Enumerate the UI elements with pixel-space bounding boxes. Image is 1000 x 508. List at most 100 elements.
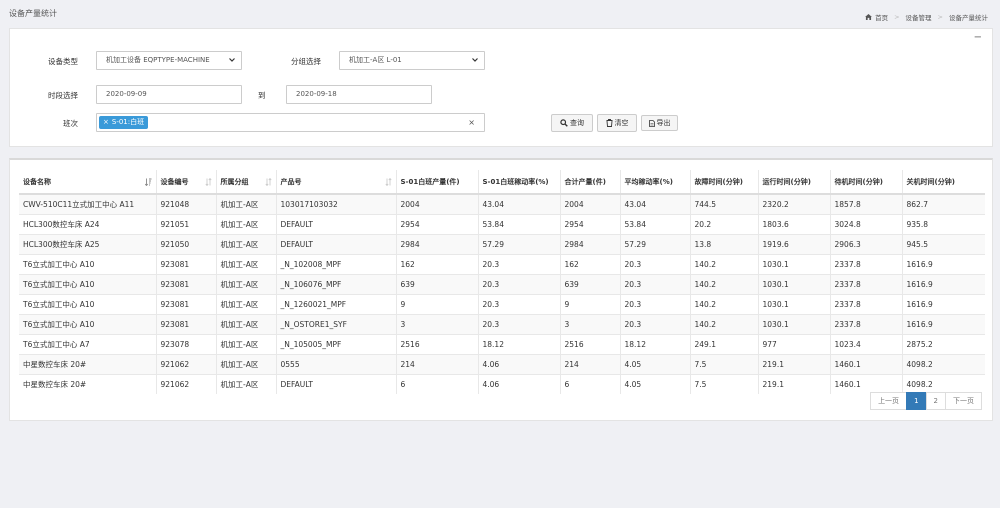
table-cell: 2984	[396, 233, 479, 254]
header-shift-utilization: S-01白班稼动率(%)	[478, 170, 561, 195]
table-cell: 4098.2	[902, 353, 985, 374]
date-from-input[interactable]: 2020-09-09	[96, 85, 242, 104]
table-cell: DEFAULT	[276, 233, 397, 254]
breadcrumb-device-management[interactable]: 设备管理	[906, 12, 932, 22]
shift-multiselect[interactable]: × S-01:白班 ×	[96, 113, 485, 132]
table-cell: 639	[396, 273, 479, 294]
table-row: HCL300数控车床 A25 921050 机加工-A区 DEFAULT 2984 57.…	[19, 233, 985, 254]
table-cell: 4.06	[478, 373, 561, 394]
breadcrumb-separator: >	[937, 13, 943, 21]
trash-icon	[606, 119, 612, 127]
header-product-no[interactable]: 产品号	[276, 170, 397, 195]
header-device-name[interactable]: 设备名称	[19, 170, 157, 195]
header-group[interactable]: 所属分组	[216, 170, 277, 195]
header-device-code[interactable]: 设备编号	[156, 170, 217, 195]
query-button-label: 查询	[570, 119, 584, 127]
pagination-prev[interactable]: 上一页	[870, 392, 908, 410]
breadcrumb: 首页 > 设备管理 > 设备产量统计	[865, 12, 988, 22]
tag-remove-icon[interactable]: ×	[103, 118, 109, 126]
pagination-page-1[interactable]: 1	[906, 392, 927, 410]
table-cell: 140.2	[690, 253, 759, 274]
pagination-page-2[interactable]: 2	[925, 392, 946, 410]
table-cell: 162	[560, 253, 621, 274]
table-row: T6立式加工中心 A10 923081 机加工-A区 _N_106076_MPF 639…	[19, 273, 985, 294]
table-row: 中星数控车床 20# 921062 机加工-A区 DEFAULT 6 4.06 6 4.05 7…	[19, 373, 985, 394]
table-cell: 20.3	[620, 253, 691, 274]
pagination: 上一页 1 2 下一页	[870, 392, 982, 410]
table-cell: 1030.1	[758, 293, 831, 314]
table-cell: T6立式加工中心 A10	[19, 293, 157, 314]
clear-button[interactable]: 清空	[597, 114, 637, 132]
table-cell: 53.84	[620, 213, 691, 234]
table-cell: 1616.9	[902, 253, 985, 274]
table-cell: 20.3	[620, 313, 691, 334]
table-cell: 9	[396, 293, 479, 314]
breadcrumb-home[interactable]: 首页	[875, 12, 888, 22]
table-cell: HCL300数控车床 A24	[19, 213, 157, 234]
table-cell: 18.12	[620, 333, 691, 354]
query-button[interactable]: 查询	[551, 114, 593, 132]
table-cell: 6	[560, 373, 621, 394]
table-cell: 923081	[156, 273, 217, 294]
table-cell: 20.2	[690, 213, 759, 234]
table-cell: 921048	[156, 193, 217, 214]
table-cell: 921050	[156, 233, 217, 254]
table-cell: 219.1	[758, 373, 831, 394]
pagination-next[interactable]: 下一页	[945, 392, 982, 410]
table-cell: 机加工-A区	[216, 373, 277, 394]
table-cell: 20.3	[478, 253, 561, 274]
table-cell: 机加工-A区	[216, 233, 277, 254]
table-cell: _N_OSTORE1_SYF	[276, 313, 397, 334]
table-cell: _N_1260021_MPF	[276, 293, 397, 314]
table-cell: 7.5	[690, 373, 759, 394]
table-cell: 214	[560, 353, 621, 374]
table-row: 中星数控车床 20# 921062 机加工-A区 0555 214 4.06 214 4.05…	[19, 353, 985, 374]
breadcrumb-current: 设备产量统计	[949, 14, 988, 22]
table-cell: 中星数控车床 20#	[19, 353, 157, 374]
table-cell: 2004	[396, 193, 479, 214]
table-cell: 249.1	[690, 333, 759, 354]
collapse-button[interactable]: −	[974, 32, 982, 43]
table-cell: 3	[560, 313, 621, 334]
table-cell: 1803.6	[758, 213, 831, 234]
table-cell: 2320.2	[758, 193, 831, 214]
group-select[interactable]: 机加工-A区 L-01	[339, 51, 485, 70]
filter-panel: − 设备类型 机加工设备 EQPTYPE-MACHINE 分组选择 机加工-A区…	[9, 28, 993, 147]
to-label: 到	[258, 91, 266, 100]
table-cell: 977	[758, 333, 831, 354]
table-cell: 935.8	[902, 213, 985, 234]
table-cell: 7.5	[690, 353, 759, 374]
table-row: HCL300数控车床 A24 921051 机加工-A区 DEFAULT 2954 53.…	[19, 213, 985, 234]
date-to-input[interactable]: 2020-09-18	[286, 85, 432, 104]
table-cell: 2337.8	[830, 313, 903, 334]
table-row: CWV-510C11立式加工中心 A11 921048 机加工-A区 10301710…	[19, 193, 985, 214]
header-shift-output: S-01白班产量(件)	[396, 170, 479, 195]
table-cell: 4.06	[478, 353, 561, 374]
group-value: 机加工-A区 L-01	[349, 56, 402, 64]
export-button-label: 导出	[656, 119, 671, 127]
results-table: 设备名称 设备编号 所属分组 产品号 S-01白班产量(件) S-01白班稼动率…	[19, 170, 985, 394]
table-cell: 1030.1	[758, 273, 831, 294]
table-body: CWV-510C11立式加工中心 A11 921048 机加工-A区 10301710…	[19, 193, 985, 394]
table-cell: 2516	[396, 333, 479, 354]
table-cell: 2337.8	[830, 293, 903, 314]
table-cell: 2954	[560, 213, 621, 234]
table-cell: 2875.2	[902, 333, 985, 354]
table-cell: 机加工-A区	[216, 253, 277, 274]
table-cell: 1919.6	[758, 233, 831, 254]
device-type-label: 设备类型	[48, 57, 78, 66]
table-cell: T6立式加工中心 A10	[19, 253, 157, 274]
table-cell: CWV-510C11立式加工中心 A11	[19, 193, 157, 214]
table-cell: 13.8	[690, 233, 759, 254]
export-button[interactable]: 导出	[641, 115, 678, 131]
shift-label: 班次	[63, 119, 78, 128]
table-cell: 921062	[156, 373, 217, 394]
table-cell: T6立式加工中心 A10	[19, 273, 157, 294]
table-cell: 103017103032	[276, 193, 397, 214]
table-cell: 1460.1	[830, 373, 903, 394]
device-type-select[interactable]: 机加工设备 EQPTYPE-MACHINE	[96, 51, 242, 70]
table-cell: 20.3	[478, 293, 561, 314]
clear-selection-icon[interactable]: ×	[468, 114, 475, 131]
table-cell: 1023.4	[830, 333, 903, 354]
table-cell: T6立式加工中心 A10	[19, 313, 157, 334]
